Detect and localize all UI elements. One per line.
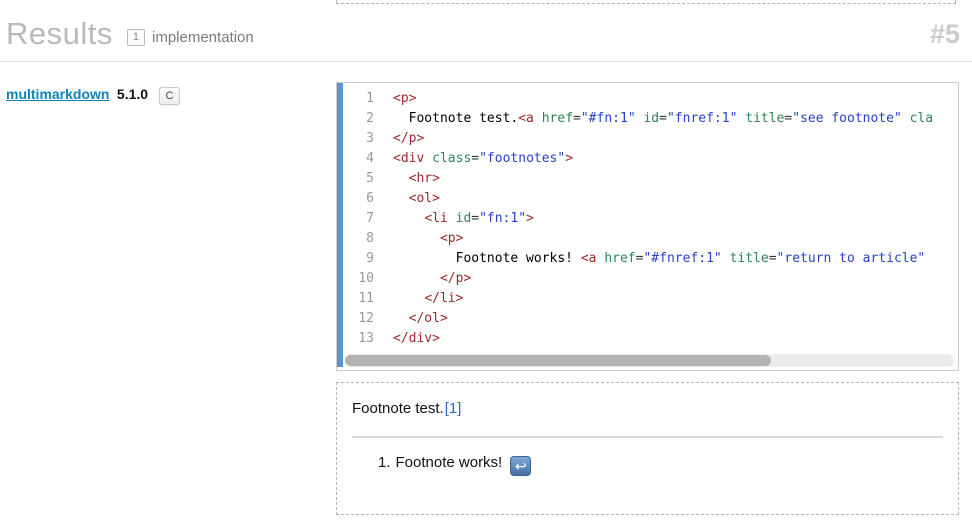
page-title: Results [6,16,113,51]
language-badge: C [158,87,181,105]
line-number: 7 [366,211,374,226]
line-number: 6 [366,191,374,206]
code-line: </ol> [408,311,448,326]
result-number: #5 [929,18,960,49]
line-number: 3 [366,131,374,146]
footnote-marker: 1. [378,454,391,471]
code-inner: 1 2 3 4 5 6 7 8 9 10 11 12 13 <p> Footnote test.<a h… [337,83,958,367]
line-number: 9 [366,251,374,266]
implementation-column: multimarkdown 5.1.0 C [6,82,336,515]
footnote-list: 1. Footnote works! ↩ [352,454,943,476]
code-line: <ol> [408,191,440,206]
line-number: 4 [366,151,374,166]
line-number: 11 [358,291,374,306]
line-number: 2 [366,111,374,126]
line-number: 10 [358,271,374,286]
footnote-ref-link[interactable]: [1] [445,400,462,417]
horizontal-scrollbar[interactable] [345,354,954,367]
line-number: 1 [366,91,374,106]
code-line: <hr> [408,171,440,186]
code-line: </li> [424,291,464,306]
implementation-link[interactable]: multimarkdown [6,86,109,102]
line-number: 13 [358,331,374,346]
line-number: 5 [366,171,374,186]
code-gutter: 1 2 3 4 5 6 7 8 9 10 11 12 13 [343,83,383,353]
results-header: Results 1 implementation #5 [0,0,972,52]
code-line: </p> [439,271,472,286]
previous-result-box-edge [336,0,956,4]
code-line: <div class="footnotes"> [393,151,574,166]
preview-paragraph: Footnote test.[1] [352,399,943,418]
code-line: <li id="fn:1"> [424,211,534,226]
line-number: 12 [358,311,374,326]
implementation-version: 5.1.0 [116,86,149,102]
code-line: </div> [393,331,440,346]
code-line: <p> [393,91,417,106]
code-lines: <p> Footnote test.<a href="#fn:1" id="fn… [383,83,958,353]
code-line: </p> [393,131,425,146]
horizontal-scrollbar-thumb[interactable] [345,355,772,366]
output-column: 1 2 3 4 5 6 7 8 9 10 11 12 13 <p> Footnote test.<a h… [336,82,959,515]
preview-divider [352,436,943,438]
implementation-count-badge: 1 [126,29,145,46]
result-row: multimarkdown 5.1.0 C 1 2 3 4 5 6 7 8 9 10 11 12 13 … [0,62,972,515]
footnote-text: Footnote works! [395,454,503,471]
code-line: <p> [439,231,464,246]
line-number: 8 [366,231,374,246]
html-output-code-panel: 1 2 3 4 5 6 7 8 9 10 11 12 13 <p> Footnote test.<a h… [336,82,959,371]
preview-paragraph-text: Footnote test. [352,400,444,417]
code-main: 1 2 3 4 5 6 7 8 9 10 11 12 13 <p> Footnote test.<a h… [343,83,958,353]
footnote-item: 1. Footnote works! ↩ [378,454,943,476]
rendered-preview-panel: Footnote test.[1] 1. Footnote works! ↩ [336,382,959,515]
code-line: Footnote test.<a href="#fn:1" id="fnref:… [393,111,934,126]
code-line: Footnote works! <a href="#fnref:1" title… [393,251,926,266]
implementation-count-label: implementation [152,29,254,46]
return-arrow-icon[interactable]: ↩ [510,456,532,476]
